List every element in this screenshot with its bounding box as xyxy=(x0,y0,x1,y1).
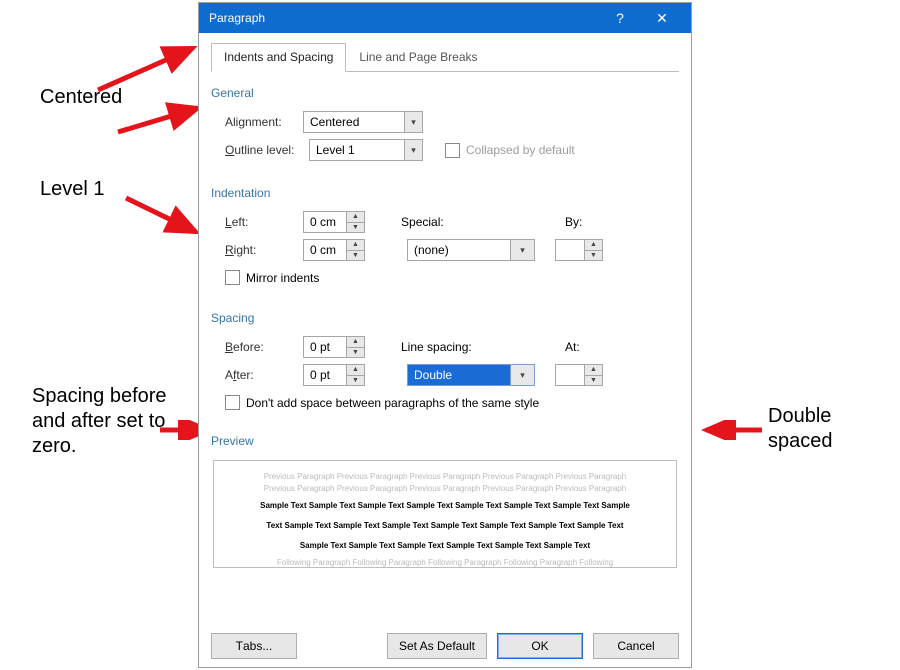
preview-pane: Previous Paragraph Previous Paragraph Pr… xyxy=(213,460,677,568)
tabs: Indents and Spacing Line and Page Breaks xyxy=(211,43,679,72)
help-icon[interactable]: ? xyxy=(599,10,641,26)
at-label: At: xyxy=(565,340,595,354)
mirror-indents-checkbox[interactable]: Mirror indents xyxy=(225,270,679,285)
spinner-buttons[interactable]: ▲▼ xyxy=(584,240,602,260)
spacing-after-value[interactable] xyxy=(304,365,346,385)
chevron-down-icon[interactable]: ▾ xyxy=(404,112,422,132)
spacing-before-spinner[interactable]: ▲▼ xyxy=(303,336,365,358)
annotation-level1: Level 1 xyxy=(40,178,105,201)
indent-left-value[interactable] xyxy=(304,212,346,232)
indent-right-label: Right: xyxy=(225,243,297,257)
spinner-buttons[interactable]: ▲▼ xyxy=(346,365,364,385)
spacing-after-spinner[interactable]: ▲▼ xyxy=(303,364,365,386)
chevron-down-icon[interactable]: ▾ xyxy=(404,140,422,160)
arrow-icon xyxy=(118,190,208,240)
spinner-buttons[interactable]: ▲▼ xyxy=(346,212,364,232)
outline-level-value[interactable] xyxy=(310,140,404,160)
special-value[interactable] xyxy=(408,240,510,260)
indent-right-value[interactable] xyxy=(304,240,346,260)
spacing-before-value[interactable] xyxy=(304,337,346,357)
dialog-title: Paragraph xyxy=(209,11,265,25)
chevron-down-icon[interactable]: ▾ xyxy=(510,365,534,385)
line-spacing-select[interactable]: Double ▾ xyxy=(407,364,535,386)
arrow-icon xyxy=(110,100,210,140)
section-indentation: Indentation xyxy=(211,186,679,202)
mirror-indents-label: Mirror indents xyxy=(246,271,319,285)
line-spacing-label: Line spacing: xyxy=(401,340,483,354)
at-value[interactable] xyxy=(556,365,584,385)
by-label: By: xyxy=(565,215,595,229)
alignment-value[interactable] xyxy=(304,112,404,132)
alignment-select[interactable]: ▾ xyxy=(303,111,423,133)
section-spacing: Spacing xyxy=(211,311,679,327)
spinner-buttons[interactable]: ▲▼ xyxy=(346,240,364,260)
line-spacing-value: Double xyxy=(408,365,510,385)
indent-left-spinner[interactable]: ▲▼ xyxy=(303,211,365,233)
section-preview: Preview xyxy=(211,434,679,450)
special-select[interactable]: ▾ xyxy=(407,239,535,261)
alignment-label: Alignment: xyxy=(225,115,297,129)
dont-add-space-checkbox[interactable]: Don't add space between paragraphs of th… xyxy=(225,395,679,410)
outline-level-label: Outline level: xyxy=(225,143,303,157)
tab-line-and-page-breaks[interactable]: Line and Page Breaks xyxy=(346,43,490,72)
arrow-icon xyxy=(88,40,208,100)
by-value[interactable] xyxy=(556,240,584,260)
set-as-default-button[interactable]: Set As Default xyxy=(387,633,487,659)
ok-button[interactable]: OK xyxy=(497,633,583,659)
paragraph-dialog: Paragraph ? ✕ Indents and Spacing Line a… xyxy=(198,2,692,668)
tabs-button[interactable]: Tabs... xyxy=(211,633,297,659)
buttonbar: Tabs... Set As Default OK Cancel xyxy=(199,625,691,667)
indent-left-label: Left: xyxy=(225,215,297,229)
at-spinner[interactable]: ▲▼ xyxy=(555,364,603,386)
annotation-double-spaced: Double spaced xyxy=(768,404,888,454)
collapsed-by-default-checkbox: Collapsed by default xyxy=(445,143,575,158)
special-label: Special: xyxy=(401,215,483,229)
outline-level-select[interactable]: ▾ xyxy=(309,139,423,161)
spacing-before-label: Before: xyxy=(225,340,297,354)
collapsed-label: Collapsed by default xyxy=(466,143,575,157)
chevron-down-icon[interactable]: ▾ xyxy=(510,240,534,260)
indent-right-spinner[interactable]: ▲▼ xyxy=(303,239,365,261)
by-spinner[interactable]: ▲▼ xyxy=(555,239,603,261)
spinner-buttons[interactable]: ▲▼ xyxy=(584,365,602,385)
spacing-after-label: After: xyxy=(225,368,297,382)
section-general: General xyxy=(211,86,679,102)
cancel-button[interactable]: Cancel xyxy=(593,633,679,659)
close-icon[interactable]: ✕ xyxy=(641,10,683,27)
arrow-icon xyxy=(700,420,770,440)
titlebar: Paragraph ? ✕ xyxy=(199,3,691,33)
tab-indents-and-spacing[interactable]: Indents and Spacing xyxy=(211,43,346,72)
dont-add-space-label: Don't add space between paragraphs of th… xyxy=(246,396,539,410)
spinner-buttons[interactable]: ▲▼ xyxy=(346,337,364,357)
